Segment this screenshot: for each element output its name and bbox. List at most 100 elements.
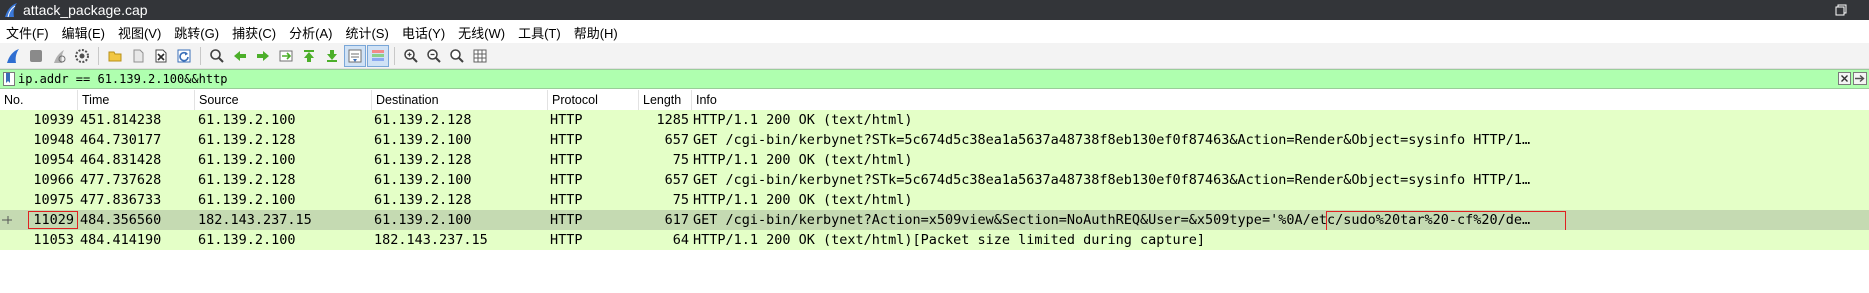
packet-row[interactable]: 10939 451.814238 61.139.2.100 61.139.2.1… <box>0 110 1869 130</box>
go-first-icon[interactable] <box>299 46 319 66</box>
packet-info: HTTP/1.1 200 OK (text/html) <box>693 112 913 128</box>
packet-protocol: HTTP <box>550 172 583 188</box>
packet-no: 10948 <box>33 132 74 148</box>
packet-source: 61.139.2.128 <box>198 132 296 148</box>
packet-time: 477.836733 <box>80 192 162 208</box>
packet-protocol: HTTP <box>550 192 583 208</box>
packet-info: HTTP/1.1 200 OK (text/html)[Packet size … <box>693 232 1206 248</box>
packet-protocol: HTTP <box>550 212 583 228</box>
column-header-info[interactable]: Info <box>692 90 1869 110</box>
menu-tools[interactable]: 工具(T) <box>511 23 567 42</box>
reload-icon[interactable] <box>174 46 194 66</box>
packet-no: 10954 <box>33 152 74 168</box>
packet-time: 477.737628 <box>80 172 162 188</box>
gear-icon[interactable] <box>72 46 92 66</box>
display-filter-bar <box>0 69 1869 89</box>
stop-square-icon[interactable] <box>26 46 46 66</box>
packet-row[interactable]: 10966 477.737628 61.139.2.128 61.139.2.1… <box>0 170 1869 190</box>
packet-row-selected[interactable]: 11029 484.356560 182.143.237.15 61.139.2… <box>0 210 1869 239</box>
menu-edit[interactable]: 编辑(E) <box>55 23 111 42</box>
packet-list: 10939 451.814238 61.139.2.100 61.139.2.1… <box>0 110 1869 250</box>
display-filter-input[interactable] <box>18 71 1869 87</box>
close-file-icon[interactable] <box>151 46 171 66</box>
packet-protocol: HTTP <box>550 232 583 248</box>
packet-info: GET /cgi-bin/kerbynet?STk=5c674d5c38ea1a… <box>693 132 1531 148</box>
go-last-icon[interactable] <box>322 46 342 66</box>
packet-length: 64 <box>672 232 689 248</box>
toolbar-separator <box>98 46 99 65</box>
file-icon[interactable] <box>128 46 148 66</box>
menu-wireless[interactable]: 无线(W) <box>451 23 511 42</box>
packet-protocol: HTTP <box>550 132 583 148</box>
search-icon[interactable] <box>207 46 227 66</box>
packet-list-header: No. Time Source Destination Protocol Len… <box>0 90 1869 111</box>
column-header-protocol[interactable]: Protocol <box>548 90 639 110</box>
menu-bar: 文件(F) 编辑(E) 视图(V) 跳转(G) 捕获(C) 分析(A) 统计(S… <box>0 21 1869 43</box>
packet-protocol: HTTP <box>550 152 583 168</box>
autoscroll-icon[interactable] <box>344 44 366 67</box>
resize-columns-icon[interactable] <box>470 46 490 66</box>
column-header-destination[interactable]: Destination <box>372 90 548 110</box>
packet-row[interactable]: 10954 464.831428 61.139.2.100 61.139.2.1… <box>0 150 1869 170</box>
toolbar-separator <box>200 46 201 65</box>
restart-fin-icon[interactable] <box>49 46 69 66</box>
column-header-no[interactable]: No. <box>0 90 78 110</box>
packet-row[interactable]: 10975 477.836733 61.139.2.100 61.139.2.1… <box>0 190 1869 210</box>
packet-row[interactable]: 10948 464.730177 61.139.2.128 61.139.2.1… <box>0 130 1869 150</box>
menu-telephony[interactable]: 电话(Y) <box>395 23 451 42</box>
wireshark-fin-icon <box>5 3 17 18</box>
packet-info: HTTP/1.1 200 OK (text/html) <box>693 192 913 208</box>
menu-go[interactable]: 跳转(G) <box>167 23 225 42</box>
packet-no: 10939 <box>33 112 74 128</box>
bookmark-icon[interactable] <box>3 72 15 86</box>
packet-length: 657 <box>664 172 689 188</box>
arrow-right-icon[interactable] <box>253 46 273 66</box>
packet-destination: 61.139.2.128 <box>374 192 472 208</box>
zoom-in-icon[interactable] <box>401 46 421 66</box>
packet-time: 451.814238 <box>80 112 162 128</box>
colorize-icon[interactable] <box>367 44 389 67</box>
highlight-box-packet-number <box>28 211 78 229</box>
column-header-time[interactable]: Time <box>78 90 195 110</box>
packet-source: 182.143.237.15 <box>198 212 312 228</box>
packet-time: 464.730177 <box>80 132 162 148</box>
menu-capture[interactable]: 捕获(C) <box>225 23 282 42</box>
menu-statistics[interactable]: 统计(S) <box>338 23 394 42</box>
restore-window-icon[interactable] <box>1833 2 1849 18</box>
menu-analyze[interactable]: 分析(A) <box>282 23 338 42</box>
packet-source: 61.139.2.100 <box>198 152 296 168</box>
packet-row[interactable]: 11053 484.414190 61.139.2.100 182.143.23… <box>0 230 1869 250</box>
packet-destination: 61.139.2.100 <box>374 212 472 228</box>
packet-source: 61.139.2.128 <box>198 172 296 188</box>
packet-protocol: HTTP <box>550 112 583 128</box>
packet-length: 617 <box>664 212 689 228</box>
packet-no: 10975 <box>33 192 74 208</box>
packet-time: 484.356560 <box>80 212 162 228</box>
toolbar-separator <box>394 46 395 65</box>
packet-destination: 61.139.2.128 <box>374 152 472 168</box>
menu-help[interactable]: 帮助(H) <box>567 23 624 42</box>
packet-source: 61.139.2.100 <box>198 232 296 248</box>
folder-open-icon[interactable] <box>105 46 125 66</box>
packet-length: 1285 <box>656 112 689 128</box>
packet-info: HTTP/1.1 200 OK (text/html) <box>693 152 913 168</box>
zoom-out-icon[interactable] <box>424 46 444 66</box>
packet-source: 61.139.2.100 <box>198 192 296 208</box>
packet-source: 61.139.2.100 <box>198 112 296 128</box>
title-bar: attack_package.cap <box>0 0 1869 20</box>
column-header-length[interactable]: Length <box>639 90 692 110</box>
shark-fin-start-icon[interactable] <box>3 46 23 66</box>
packet-length: 75 <box>672 152 689 168</box>
packet-length: 657 <box>664 132 689 148</box>
column-header-source[interactable]: Source <box>195 90 372 110</box>
packet-length: 75 <box>672 192 689 208</box>
menu-file[interactable]: 文件(F) <box>0 23 55 42</box>
clear-filter-icon[interactable] <box>1838 72 1851 85</box>
apply-filter-arrow-icon[interactable] <box>1853 72 1867 85</box>
arrow-left-icon[interactable] <box>230 46 250 66</box>
menu-view[interactable]: 视图(V) <box>111 23 167 42</box>
packet-no: 11053 <box>33 232 74 248</box>
packet-info: GET /cgi-bin/kerbynet?STk=5c674d5c38ea1a… <box>693 172 1531 188</box>
go-to-packet-icon[interactable] <box>276 46 296 66</box>
zoom-normal-icon[interactable] <box>447 46 467 66</box>
